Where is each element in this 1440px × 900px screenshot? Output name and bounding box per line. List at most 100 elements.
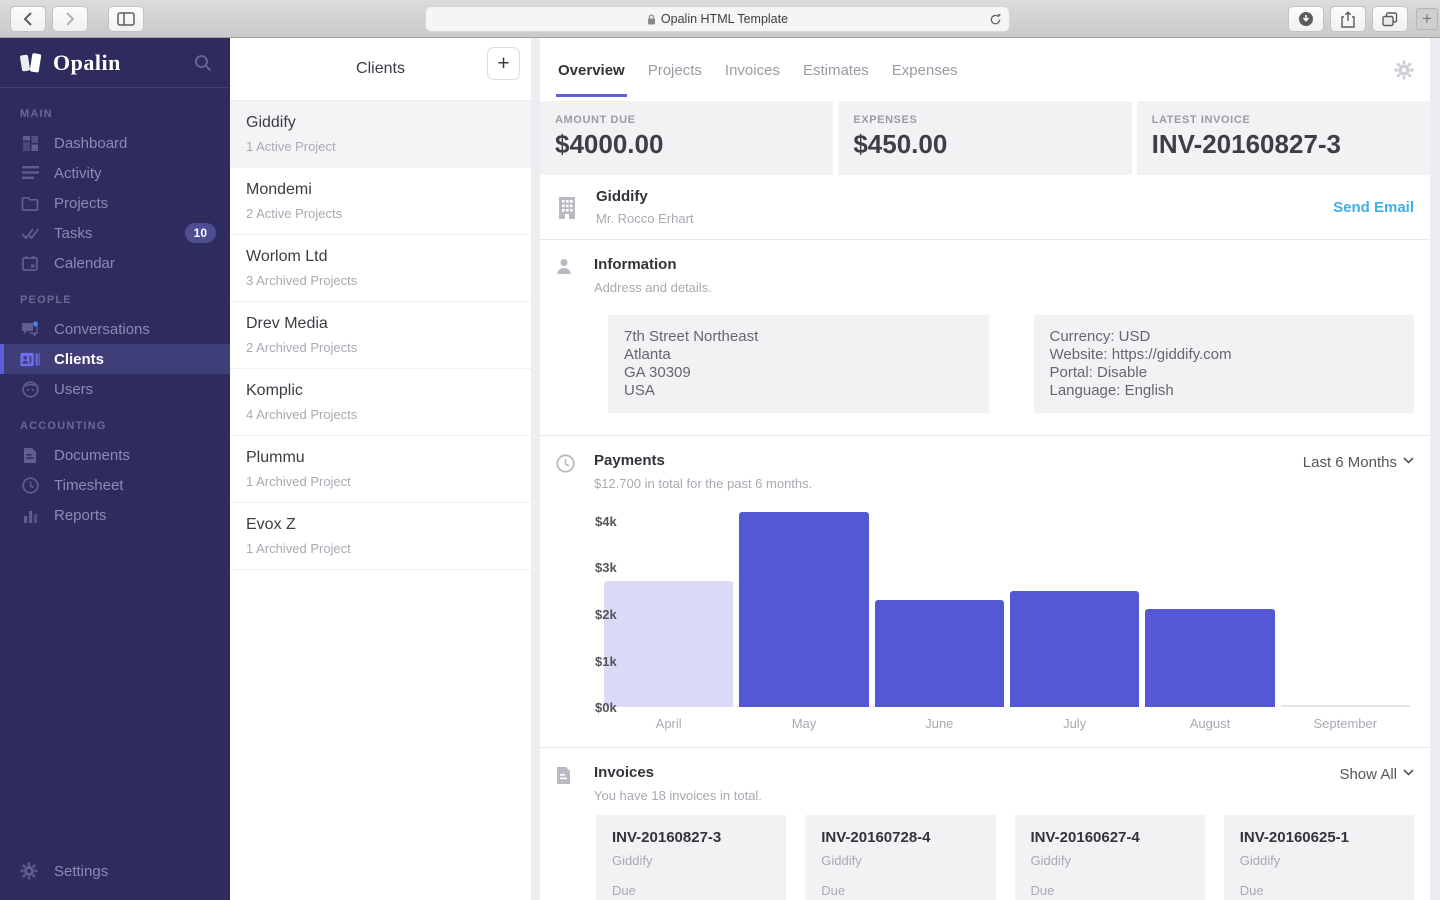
lock-icon — [647, 14, 656, 25]
client-name: Plummu — [246, 449, 515, 467]
sidebar-item-label: Dashboard — [54, 135, 127, 152]
sidebar-item-clients[interactable]: Clients — [0, 344, 230, 374]
settings-gear-icon — [20, 862, 40, 880]
invoice-card[interactable]: INV-20160728-4 Giddify Due 31/07/2016 Am… — [805, 815, 995, 900]
nav-section-main: MAIN — [0, 92, 230, 128]
client-list-item-drev-media[interactable]: Drev Media 2 Archived Projects — [230, 302, 531, 369]
client-list-item-plummu[interactable]: Plummu 1 Archived Project — [230, 436, 531, 503]
tab-overview[interactable]: Overview — [556, 40, 627, 100]
stat-label: LATEST INVOICE — [1152, 114, 1415, 126]
address-box: 7th Street Northeast Atlanta GA 30309 US… — [608, 315, 989, 413]
month-label: July — [1010, 707, 1139, 731]
client-subtitle: 1 Archived Project — [246, 474, 515, 489]
refresh-icon[interactable] — [989, 13, 1002, 26]
information-section: Information Address and details. 7th Str… — [540, 240, 1430, 436]
opalin-logo-icon — [18, 50, 44, 76]
client-subtitle: 2 Archived Projects — [246, 340, 515, 355]
send-email-link[interactable]: Send Email — [1333, 199, 1414, 216]
invoice-client: Giddify — [612, 853, 770, 868]
downloads-button[interactable] — [1288, 6, 1324, 32]
client-subtitle: 4 Archived Projects — [246, 407, 515, 422]
invoice-client: Giddify — [821, 853, 979, 868]
client-list-item-mondemi[interactable]: Mondemi 2 Active Projects — [230, 168, 531, 235]
calendar-icon — [20, 255, 40, 271]
forward-button[interactable] — [52, 6, 88, 32]
clients-panel: Clients + Giddify 1 Active Project Monde… — [230, 38, 531, 900]
activity-icon — [20, 166, 40, 180]
invoice-client: Giddify — [1240, 853, 1398, 868]
new-tab-button[interactable]: + — [1416, 8, 1438, 30]
sidebar-item-label: Reports — [54, 507, 107, 524]
client-list-item-giddify[interactable]: Giddify 1 Active Project — [230, 101, 531, 168]
sidebar-item-activity[interactable]: Activity — [0, 158, 230, 188]
sidebar-item-label: Clients — [54, 351, 104, 368]
client-name: Worlom Ltd — [246, 248, 515, 266]
clients-icon — [20, 352, 40, 367]
bar-col-may: May — [739, 507, 868, 731]
back-button[interactable] — [10, 6, 46, 32]
invoices-section: Invoices You have 18 invoices in total. … — [540, 748, 1430, 900]
tab-expenses[interactable]: Expenses — [890, 40, 960, 100]
information-subtitle: Address and details. — [594, 280, 712, 295]
sidebar-item-label: Tasks — [54, 225, 92, 242]
tab-estimates[interactable]: Estimates — [801, 40, 871, 100]
invoice-id: INV-20160625-1 — [1240, 829, 1398, 846]
sidebar-item-label: Users — [54, 381, 93, 398]
nav-section-people: PEOPLE — [0, 278, 230, 314]
share-button[interactable] — [1330, 6, 1366, 32]
tabs-overview-button[interactable] — [1372, 6, 1408, 32]
month-label: September — [1281, 707, 1410, 731]
payments-filter-dropdown[interactable]: Last 6 Months — [1303, 452, 1414, 491]
bar-may — [739, 512, 868, 707]
add-client-button[interactable]: + — [487, 47, 520, 80]
sidebar-item-calendar[interactable]: Calendar — [0, 248, 230, 278]
client-list-item-komplic[interactable]: Komplic 4 Archived Projects — [230, 369, 531, 436]
sidebar-item-settings[interactable]: Settings — [0, 842, 230, 900]
address-bar[interactable]: Opalin HTML Template — [425, 6, 1010, 32]
sidebar-item-reports[interactable]: Reports — [0, 500, 230, 530]
invoice-client: Giddify — [1031, 853, 1189, 868]
payments-chart-yticks: $4k$3k$2k$1k$0k — [595, 507, 635, 707]
client-settings-gear-icon[interactable] — [1394, 60, 1414, 80]
sidebar-item-projects[interactable]: Projects — [0, 188, 230, 218]
invoices-filter-dropdown[interactable]: Show All — [1339, 764, 1414, 803]
sidebar-item-conversations[interactable]: Conversations — [0, 314, 230, 344]
clients-panel-title: Clients — [356, 60, 405, 78]
month-label: August — [1145, 707, 1274, 731]
clock-icon — [556, 452, 580, 491]
bar-col-june: June — [875, 507, 1004, 731]
conversations-icon — [20, 321, 40, 337]
bar-june — [875, 600, 1004, 707]
sidebar-item-label: Activity — [54, 165, 102, 182]
payments-title: Payments — [594, 452, 812, 469]
stat-value: $4000.00 — [555, 129, 818, 160]
sidebar-item-label: Calendar — [54, 255, 115, 272]
payments-subtitle: $12.700 in total for the past 6 months. — [594, 476, 812, 491]
sidebar-item-dashboard[interactable]: Dashboard — [0, 128, 230, 158]
search-icon[interactable] — [194, 54, 212, 72]
sidebar-item-timesheet[interactable]: Timesheet — [0, 470, 230, 500]
sidebar-item-tasks[interactable]: Tasks 10 — [0, 218, 230, 248]
dashboard-icon — [20, 135, 40, 152]
invoice-card[interactable]: INV-20160627-4 Giddify Due 30/06/2016 Am… — [1015, 815, 1205, 900]
tab-projects[interactable]: Projects — [646, 40, 704, 100]
sidebar-item-users[interactable]: Users — [0, 374, 230, 404]
sidebar-item-label: Conversations — [54, 321, 150, 338]
invoice-card[interactable]: INV-20160625-1 Giddify Due 30/06/2016 Am… — [1224, 815, 1414, 900]
client-name: Mondemi — [246, 181, 515, 199]
detail-line: Portal: Disable — [1050, 364, 1399, 382]
client-subtitle: 3 Archived Projects — [246, 273, 515, 288]
sidebar-toggle-button[interactable] — [108, 6, 144, 32]
client-list-item-evox-z[interactable]: Evox Z 1 Archived Project — [230, 503, 531, 570]
app-logo-text: Opalin — [53, 50, 121, 76]
y-axis-tick: $0k — [595, 700, 617, 715]
bar-col-september: September — [1281, 507, 1410, 731]
invoice-due-label: Due — [612, 883, 770, 898]
client-list-item-worlom-ltd[interactable]: Worlom Ltd 3 Archived Projects — [230, 235, 531, 302]
client-header-name: Giddify — [596, 188, 694, 205]
bar-col-july: July — [1010, 507, 1139, 731]
tab-invoices[interactable]: Invoices — [723, 40, 782, 100]
invoice-card[interactable]: INV-20160827-3 Giddify Due 31/08/2016 Am… — [596, 815, 786, 900]
y-axis-tick: $2k — [595, 607, 617, 622]
sidebar-item-documents[interactable]: Documents — [0, 440, 230, 470]
